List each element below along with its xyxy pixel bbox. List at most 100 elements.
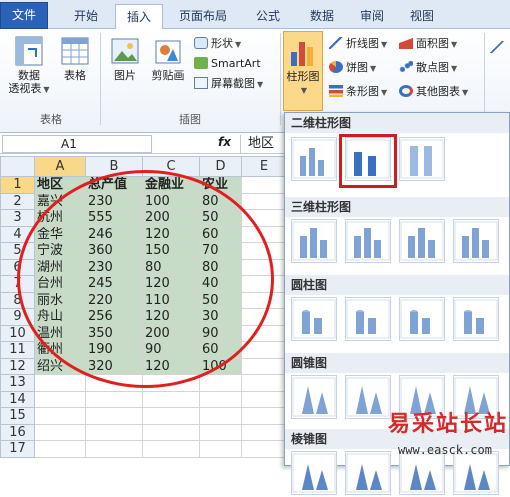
cell[interactable] bbox=[34, 390, 86, 408]
cell[interactable] bbox=[241, 357, 287, 375]
chart-type-thumbnail[interactable] bbox=[345, 297, 391, 341]
chart-type-thumbnail[interactable] bbox=[399, 137, 445, 181]
chart-type-thumbnail[interactable] bbox=[291, 137, 337, 181]
cell[interactable] bbox=[142, 423, 200, 441]
chart-type-thumbnail[interactable] bbox=[291, 219, 337, 263]
tab-review[interactable]: 审阅 bbox=[352, 4, 392, 29]
chart-type-thumbnail[interactable] bbox=[345, 451, 391, 495]
cell[interactable] bbox=[199, 440, 242, 458]
formula-input[interactable]: 地区 bbox=[240, 135, 285, 153]
chart-type-icon bbox=[292, 221, 336, 261]
other-charts-button[interactable]: 其他图表 ▼ bbox=[399, 83, 468, 101]
clipart-label: 剪贴画 bbox=[151, 69, 185, 82]
chart-type-thumbnail[interactable] bbox=[399, 219, 445, 263]
watermark-url: www.easck.com bbox=[398, 443, 492, 457]
chart-type-thumbnail[interactable] bbox=[345, 375, 391, 419]
row-header[interactable]: 12 bbox=[0, 357, 35, 375]
cell[interactable] bbox=[85, 440, 143, 458]
select-all-corner[interactable] bbox=[0, 156, 35, 177]
chart-type-thumbnail[interactable] bbox=[291, 375, 337, 419]
row-header[interactable]: 14 bbox=[0, 390, 35, 408]
tab-formulas[interactable]: 公式 bbox=[246, 4, 290, 29]
tab-data[interactable]: 数据 bbox=[300, 4, 344, 29]
cell[interactable] bbox=[34, 407, 86, 425]
tab-home[interactable]: 开始 bbox=[64, 4, 108, 29]
tab-insert[interactable]: 插入 bbox=[115, 4, 163, 30]
cell[interactable] bbox=[85, 423, 143, 441]
cell[interactable] bbox=[85, 390, 143, 408]
chart-type-thumbnail[interactable] bbox=[453, 297, 499, 341]
table-icon bbox=[61, 37, 89, 65]
cell[interactable] bbox=[199, 390, 242, 408]
cell[interactable] bbox=[241, 440, 287, 458]
group-separator bbox=[280, 33, 281, 125]
data-range-highlight-ellipse bbox=[17, 170, 274, 388]
cell[interactable] bbox=[241, 423, 287, 441]
line-chart-label: 折线图 bbox=[346, 37, 379, 50]
cell[interactable] bbox=[241, 176, 287, 194]
cell[interactable] bbox=[241, 390, 287, 408]
cell[interactable] bbox=[241, 374, 287, 392]
pie-chart-button[interactable]: 饼图 ▼ bbox=[329, 59, 376, 77]
tab-file[interactable]: 文件 bbox=[0, 2, 48, 29]
smartart-icon bbox=[194, 57, 208, 69]
chart-type-thumbnail[interactable] bbox=[399, 297, 445, 341]
row-header[interactable]: 11 bbox=[0, 341, 35, 359]
chart-type-icon bbox=[454, 453, 498, 493]
chart-type-thumbnail[interactable] bbox=[453, 219, 499, 263]
tab-view[interactable]: 视图 bbox=[402, 4, 442, 29]
sparkline-button[interactable] bbox=[490, 39, 507, 57]
picture-button[interactable]: 图片 bbox=[106, 35, 144, 82]
cell[interactable] bbox=[142, 440, 200, 458]
column-header-a[interactable]: A bbox=[34, 156, 86, 177]
illustrations-group-title: 插图 bbox=[179, 113, 201, 126]
shapes-icon bbox=[194, 37, 208, 49]
cell[interactable] bbox=[34, 423, 86, 441]
chart-type-icon bbox=[346, 299, 390, 339]
row-header[interactable]: 17 bbox=[0, 440, 35, 458]
fx-icon[interactable]: fx bbox=[218, 135, 231, 149]
screenshot-button[interactable]: 屏幕截图 ▼ bbox=[194, 75, 263, 93]
pivot-table-button[interactable]: 数据 透视表 ▼ bbox=[6, 35, 52, 96]
cell[interactable] bbox=[142, 390, 200, 408]
tab-page-layout[interactable]: 页面布局 bbox=[170, 4, 236, 29]
row-header[interactable]: 16 bbox=[0, 423, 35, 441]
table-button[interactable]: 表格 bbox=[56, 35, 94, 82]
chart-type-thumbnail[interactable] bbox=[291, 297, 337, 341]
cell[interactable] bbox=[34, 440, 86, 458]
cell[interactable] bbox=[34, 374, 86, 392]
chart-type-thumbnail[interactable] bbox=[453, 451, 499, 495]
pivot-table-icon bbox=[15, 36, 43, 66]
cell[interactable] bbox=[199, 407, 242, 425]
cell[interactable] bbox=[199, 374, 242, 392]
row-header[interactable]: 15 bbox=[0, 407, 35, 425]
row-header[interactable]: 3 bbox=[0, 209, 35, 227]
scatter-chart-button[interactable]: 散点图 ▼ bbox=[399, 59, 457, 77]
watermark-title: 易采站长站 bbox=[388, 411, 509, 437]
chart-type-thumbnail[interactable] bbox=[399, 451, 445, 495]
cell[interactable] bbox=[241, 192, 287, 210]
column-chart-button[interactable]: 柱形图 ▼ bbox=[283, 31, 323, 111]
chart-type-thumbnail[interactable] bbox=[291, 451, 337, 495]
cell[interactable] bbox=[142, 407, 200, 425]
line-chart-button[interactable]: 折线图 ▼ bbox=[329, 35, 387, 53]
column-header-d[interactable]: D bbox=[199, 156, 242, 177]
shapes-button[interactable]: 形状 ▼ bbox=[194, 35, 241, 53]
cell[interactable] bbox=[241, 407, 287, 425]
row-header[interactable]: 10 bbox=[0, 324, 35, 342]
column-header-e[interactable]: E bbox=[241, 156, 287, 177]
name-box[interactable]: A1 bbox=[2, 135, 152, 153]
gallery-section-cone: 圆锥图 bbox=[285, 353, 509, 373]
smartart-button[interactable]: SmartArt bbox=[194, 55, 261, 73]
area-chart-button[interactable]: 面积图 ▼ bbox=[399, 35, 457, 53]
chart-type-thumbnail[interactable] bbox=[345, 219, 391, 263]
cell[interactable] bbox=[199, 423, 242, 441]
clipart-button[interactable]: 剪贴画 bbox=[146, 35, 190, 82]
chart-type-icon bbox=[346, 453, 390, 493]
row-header[interactable]: 2 bbox=[0, 192, 35, 210]
gallery-section-2d-column: 二维柱形图 bbox=[285, 113, 509, 133]
bar-chart-button[interactable]: 条形图 ▼ bbox=[329, 83, 387, 101]
cell[interactable] bbox=[85, 407, 143, 425]
row-header[interactable]: 13 bbox=[0, 374, 35, 392]
row-header[interactable]: 1 bbox=[0, 176, 35, 194]
